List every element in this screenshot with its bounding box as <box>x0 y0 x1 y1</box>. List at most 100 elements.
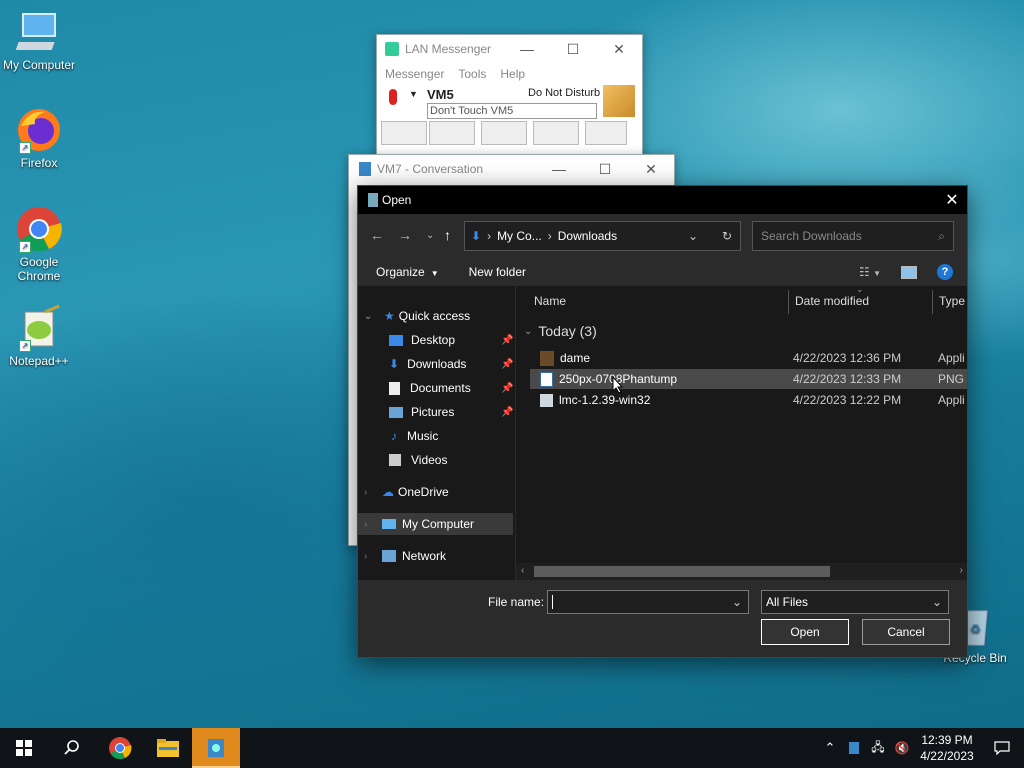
collapse-chevron-icon[interactable]: ⌄ <box>524 326 532 337</box>
column-header-type[interactable]: Type <box>939 294 965 308</box>
minimize-button[interactable]: — <box>536 155 582 183</box>
desktop-icon-firefox[interactable]: ↗ Firefox <box>1 106 77 170</box>
status-dropdown-icon[interactable]: ▼ <box>409 89 418 99</box>
taskbar-file-explorer[interactable] <box>144 728 192 768</box>
address-dropdown-chevron-icon[interactable]: ⌄ <box>688 229 698 243</box>
scroll-right-icon[interactable]: › <box>960 565 963 576</box>
maximize-button[interactable]: ☐ <box>550 35 596 63</box>
recent-locations-chevron-icon[interactable]: ⌄ <box>426 230 434 241</box>
maximize-button[interactable]: ☐ <box>582 155 628 183</box>
close-button[interactable]: ✕ <box>628 155 674 183</box>
refresh-icon[interactable]: ↻ <box>722 229 732 243</box>
desktop-icon-notepad-plus-plus[interactable]: ↗ Notepad++ <box>1 304 77 368</box>
toolbar-users-button[interactable] <box>533 121 579 145</box>
nav-videos[interactable]: Videos <box>389 449 447 471</box>
dialog-toolbar: Organize ▼ New folder ☷ ▼ ? <box>358 258 967 286</box>
conversation-titlebar[interactable]: VM7 - Conversation — ☐ ✕ <box>349 155 674 183</box>
open-file-dialog[interactable]: Open ✕ ← → ⌄ ↑ ⬇ › My Co... › Downloads … <box>357 185 968 658</box>
nav-documents[interactable]: Documents 📌 <box>389 377 515 399</box>
clock[interactable]: 12:39 PM 4/22/2023 <box>914 732 980 764</box>
chrome-icon: ↗ <box>15 205 63 253</box>
lan-messenger-tray-icon[interactable] <box>842 742 866 754</box>
breadcrumb-separator-icon: › <box>487 229 492 243</box>
expand-chevron-icon[interactable]: › <box>364 487 378 498</box>
taskbar-chrome[interactable] <box>96 728 144 768</box>
expand-chevron-icon[interactable]: ⌄ <box>364 311 378 322</box>
nav-music[interactable]: ♪ Music <box>389 425 438 447</box>
dialog-title: Open <box>382 193 412 207</box>
search-button[interactable] <box>48 728 96 768</box>
group-header-today[interactable]: ⌄ Today (3) <box>524 323 597 339</box>
up-arrow-icon[interactable]: ↑ <box>444 227 451 243</box>
search-box[interactable]: Search Downloads ⌕ <box>752 221 954 251</box>
svg-text:♻: ♻ <box>970 622 981 636</box>
cancel-button[interactable]: Cancel <box>862 619 950 645</box>
preview-pane-icon[interactable] <box>901 265 917 279</box>
new-folder-button[interactable]: New folder <box>469 265 526 279</box>
toolbar-groups-button[interactable] <box>585 121 627 145</box>
computer-icon <box>15 8 63 56</box>
view-options-icon[interactable]: ☷ ▼ <box>859 265 881 279</box>
taskbar-lan-messenger[interactable] <box>192 728 240 768</box>
volume-muted-icon[interactable]: 🔇 <box>890 741 914 755</box>
breadcrumb-my-computer[interactable]: My Co... <box>497 229 542 243</box>
nav-network[interactable]: › Network <box>364 545 446 567</box>
file-row[interactable]: 250px-0708Phantump 4/22/2023 12:33 PM PN… <box>530 369 967 389</box>
column-header-name[interactable]: Name <box>534 294 566 308</box>
pin-icon[interactable]: 📌 <box>501 335 513 346</box>
start-button[interactable] <box>0 728 48 768</box>
notifications-icon[interactable] <box>980 741 1024 755</box>
column-header-date-modified[interactable]: Date modified <box>795 294 869 308</box>
nav-label: Quick access <box>398 309 471 323</box>
pin-icon[interactable]: 📌 <box>501 359 513 370</box>
minimize-button[interactable]: — <box>504 35 550 63</box>
close-button[interactable]: ✕ <box>596 35 642 63</box>
search-input[interactable]: Search Downloads <box>753 229 938 243</box>
toolbar-broadcast-button[interactable] <box>429 121 475 145</box>
file-name-input[interactable]: ⌄ <box>547 590 749 614</box>
file-name: lmc-1.2.39-win32 <box>559 393 651 407</box>
open-dialog-titlebar[interactable]: Open ✕ <box>358 186 967 214</box>
toolbar-chat-button[interactable] <box>381 121 427 145</box>
network-icon[interactable]: 🖧 <box>866 738 890 759</box>
nav-downloads[interactable]: ⬇ Downloads 📌 <box>389 353 515 375</box>
menu-tools[interactable]: Tools <box>458 67 486 81</box>
back-arrow-icon[interactable]: ← <box>370 227 384 243</box>
address-bar[interactable]: ⬇ › My Co... › Downloads ⌄ ↻ <box>464 221 741 251</box>
organize-button[interactable]: Organize ▼ <box>376 265 439 279</box>
horizontal-scrollbar[interactable]: ‹ › <box>516 563 967 580</box>
forward-arrow-icon[interactable]: → <box>398 227 412 243</box>
expand-chevron-icon[interactable]: › <box>364 551 378 562</box>
nav-desktop[interactable]: Desktop 📌 <box>389 329 515 351</box>
nav-my-computer[interactable]: › My Computer <box>358 513 513 535</box>
navigation-pane: ⌄ ★ Quick access Desktop 📌 ⬇ Downloads 📌… <box>358 286 515 580</box>
scrollbar-thumb[interactable] <box>534 566 830 577</box>
nav-pictures[interactable]: Pictures 📌 <box>389 401 515 423</box>
nav-quick-access[interactable]: ⌄ ★ Quick access <box>364 305 470 327</box>
scroll-left-icon[interactable]: ‹ <box>521 565 524 576</box>
show-hidden-icons-chevron-icon[interactable]: ⌃ <box>818 740 842 756</box>
close-icon[interactable]: ✕ <box>937 190 967 210</box>
shortcut-arrow-icon: ↗ <box>19 142 31 154</box>
personal-note-input[interactable] <box>427 103 597 119</box>
breadcrumb-downloads[interactable]: Downloads <box>558 229 617 243</box>
pin-icon[interactable]: 📌 <box>501 407 513 418</box>
expand-chevron-icon[interactable]: › <box>364 519 378 530</box>
lan-messenger-window[interactable]: LAN Messenger — ☐ ✕ Messenger Tools Help… <box>376 34 643 166</box>
open-button[interactable]: Open <box>761 619 849 645</box>
file-history-dropdown-icon[interactable]: ⌄ <box>732 595 742 609</box>
toolbar-feed-button[interactable] <box>481 121 527 145</box>
desktop-icon-my-computer[interactable]: My Computer <box>1 8 77 72</box>
filter-dropdown-icon[interactable]: ⌄ <box>932 595 942 609</box>
nav-onedrive[interactable]: › ☁ OneDrive <box>364 481 449 503</box>
lan-messenger-titlebar[interactable]: LAN Messenger — ☐ ✕ <box>377 35 642 63</box>
desktop-icon-google-chrome[interactable]: ↗ Google Chrome <box>1 205 77 283</box>
file-row[interactable]: dame 4/22/2023 12:36 PM Appli <box>530 348 967 368</box>
menu-messenger[interactable]: Messenger <box>385 67 444 81</box>
menu-help[interactable]: Help <box>500 67 525 81</box>
file-name-label: File name: <box>488 595 545 609</box>
pin-icon[interactable]: 📌 <box>501 383 513 394</box>
file-type-filter[interactable]: All Files ⌄ <box>761 590 949 614</box>
file-row[interactable]: lmc-1.2.39-win32 4/22/2023 12:22 PM Appl… <box>530 390 967 410</box>
help-icon[interactable]: ? <box>937 264 953 280</box>
